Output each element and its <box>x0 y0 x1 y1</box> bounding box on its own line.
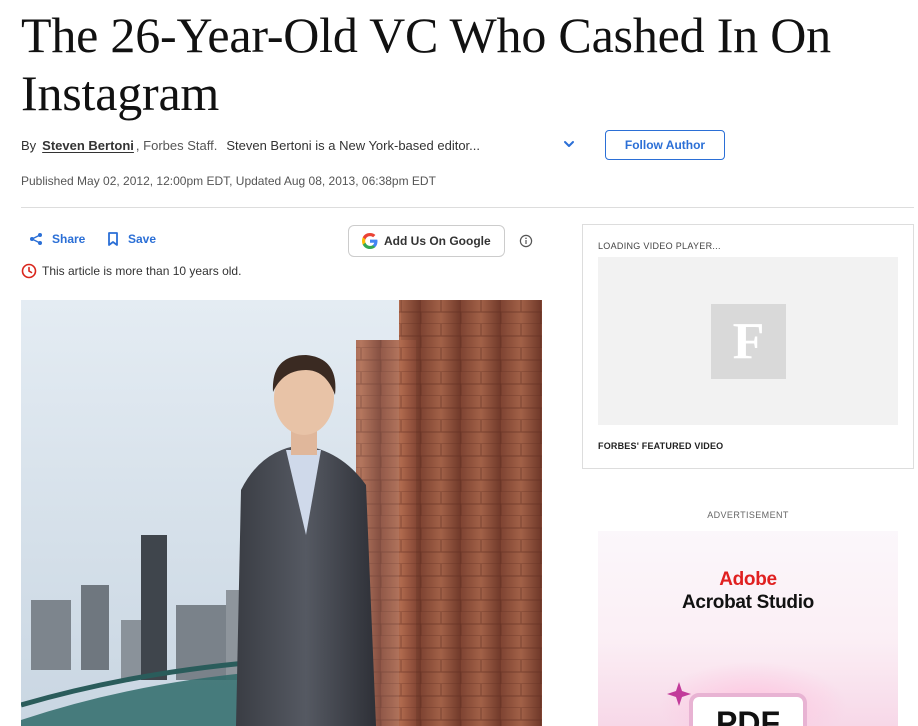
save-label: Save <box>128 232 157 246</box>
add-us-on-google-button[interactable]: Add Us On Google <box>348 225 505 257</box>
author-link[interactable]: Steven Bertoni <box>42 138 134 153</box>
info-icon[interactable] <box>519 234 533 248</box>
author-role: , Forbes Staff. <box>135 137 218 153</box>
share-button[interactable]: Share <box>29 232 85 246</box>
publish-date: Published May 02, 2012, 12:00pm EDT, Upd… <box>21 174 436 188</box>
adobe-advertisement[interactable]: Adobe Acrobat Studio PDF <box>598 531 898 726</box>
author-bio: Steven Bertoni is a New York-based edito… <box>226 137 480 153</box>
share-label: Share <box>52 232 86 246</box>
age-note-text: This article is more than 10 years old. <box>42 264 242 278</box>
advertisement-label: ADVERTISEMENT <box>707 510 789 520</box>
chevron-down-icon[interactable] <box>562 137 576 151</box>
forbes-logo-icon: F <box>711 304 786 379</box>
article-headline: The 26-Year-Old VC Who Cashed In On Inst… <box>21 7 831 121</box>
byline: By Steven Bertoni , Forbes Staff. Steven… <box>21 134 480 156</box>
ad-product-name: Acrobat Studio <box>682 592 814 613</box>
ad-brand: Adobe <box>719 569 777 590</box>
byline-by-label: By <box>21 137 37 153</box>
video-loading-text: LOADING VIDEO PLAYER... <box>598 241 721 251</box>
article-age-notice: This article is more than 10 years old. <box>21 263 241 279</box>
share-icon <box>30 233 42 245</box>
video-caption: FORBES' FEATURED VIDEO <box>598 441 724 451</box>
google-g-icon <box>362 233 378 249</box>
video-player[interactable]: F <box>598 257 898 425</box>
google-button-label: Add Us On Google <box>384 234 491 248</box>
ad-pdf-badge: PDF <box>689 693 807 726</box>
divider <box>21 207 914 208</box>
follow-author-button[interactable]: Follow Author <box>605 130 725 160</box>
featured-video-card: LOADING VIDEO PLAYER... F FORBES' FEATUR… <box>582 224 914 469</box>
bookmark-icon <box>108 232 118 246</box>
clock-icon <box>21 263 37 279</box>
article-hero-photo <box>21 300 542 726</box>
save-button[interactable]: Save <box>107 232 156 246</box>
